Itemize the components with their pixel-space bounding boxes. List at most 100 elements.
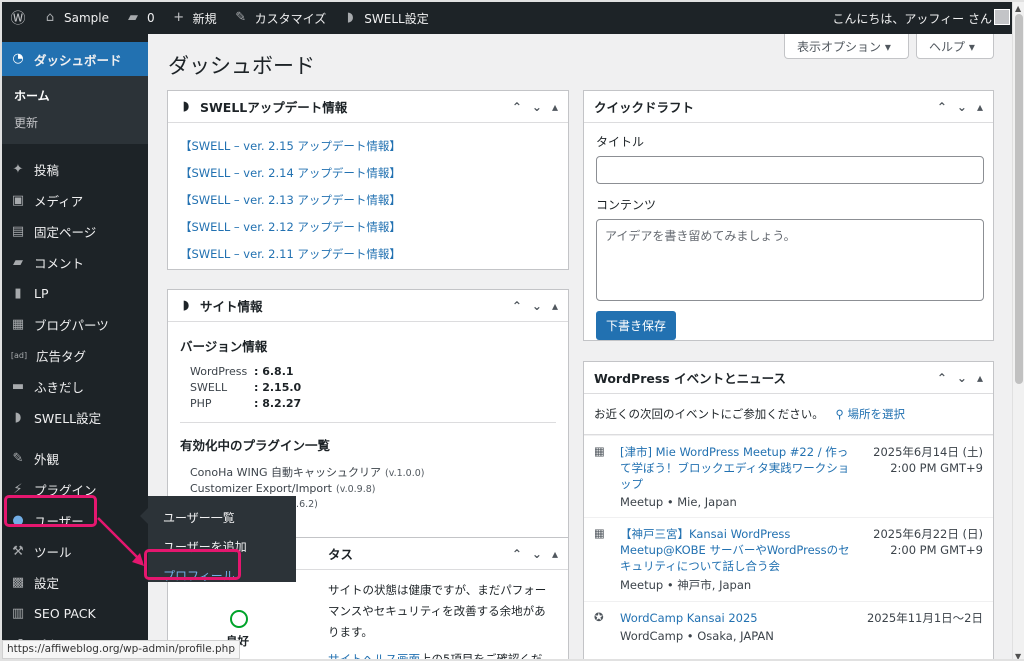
swell-settings-link[interactable]: ◗ SWELL設定 <box>334 2 436 34</box>
help-button[interactable]: ヘルプ ▾ <box>916 34 994 59</box>
appearance-icon: ✎ <box>12 450 24 466</box>
comments-link[interactable]: ▰ 0 <box>117 2 163 34</box>
move-up-icon[interactable]: ⌃ <box>512 100 522 114</box>
move-down-icon[interactable]: ⌄ <box>532 100 542 114</box>
sidebar-item-label: ツール <box>34 545 72 560</box>
move-down-icon[interactable]: ⌄ <box>957 371 967 385</box>
widget-title: WordPress イベントとニュース <box>594 371 786 386</box>
sidebar-item[interactable]: ▬ ふきだし <box>2 371 148 402</box>
health-text: サイトの状態は健康ですが、まだパフォーマンスやセキュリティを改善する余地がありま… <box>328 580 556 659</box>
swell-icon: ◗ <box>346 10 354 25</box>
sidebar-item-label: ダッシュボード <box>34 52 122 68</box>
toggle-icon[interactable]: ▴ <box>552 299 558 313</box>
sidebar-item[interactable]: ⚒ ツール <box>2 536 148 567</box>
move-up-icon[interactable]: ⌃ <box>512 299 522 313</box>
swell-update-link[interactable]: 【SWELL – ver. 2.13 アップデート情報】 <box>180 192 556 208</box>
content-label: コンテンツ <box>596 198 657 212</box>
swell-settings-label: SWELL設定 <box>364 11 429 26</box>
version-row: PHP: 8.2.27 <box>190 397 556 410</box>
wordpress-logo-button[interactable]: Ⓦ <box>2 2 34 34</box>
draft-title-input[interactable] <box>596 156 984 184</box>
sidebar-item[interactable]: [ad] 広告タグ <box>2 340 148 371</box>
toggle-icon[interactable]: ▴ <box>552 100 558 114</box>
event-meta: WordCamp • Osaka, JAPAN <box>620 629 774 643</box>
swell-update-link[interactable]: 【SWELL – ver. 2.14 アップデート情報】 <box>180 165 556 181</box>
meetup-icon: ▦ <box>594 444 605 458</box>
screen-options-button[interactable]: 表示オプション ▾ <box>784 34 909 59</box>
event-item: ✪ WordCamp Kansai 2025 WordCamp • Osaka, J… <box>584 601 993 651</box>
draft-content-textarea[interactable]: アイデアを書き留めてみましょう。 <box>596 219 984 301</box>
ad-icon: [ad] <box>10 350 28 360</box>
move-up-icon[interactable]: ⌃ <box>937 100 947 114</box>
greeting: こんにちは、アッフィー さん <box>832 11 992 26</box>
sidebar-item-label: 外観 <box>34 452 60 467</box>
toggle-icon[interactable]: ▴ <box>977 371 983 385</box>
move-down-icon[interactable]: ⌄ <box>532 547 542 561</box>
save-draft-button[interactable]: 下書き保存 <box>596 311 677 340</box>
event-title-link[interactable]: 【神戸三宮】Kansai WordPress Meetup@KOBE サーバーや… <box>620 526 858 574</box>
scroll-thumb[interactable] <box>1015 14 1023 384</box>
scroll-down-icon[interactable]: ▼ <box>1015 652 1021 659</box>
page-icon: ▤ <box>11 223 25 239</box>
avatar[interactable] <box>994 9 1010 25</box>
select-location-link[interactable]: 場所を選択 <box>848 407 906 421</box>
sidebar-item-label: メディア <box>34 194 84 209</box>
move-up-icon[interactable]: ⌃ <box>937 371 947 385</box>
sidebar-item[interactable]: ▰ コメント <box>2 247 148 278</box>
event-date: 2025年6月22日 (日) <box>873 527 983 541</box>
move-up-icon[interactable]: ⌃ <box>512 547 522 561</box>
event-title-link[interactable]: [津市] Mie WordPress Meetup #22 / 作って学ぼう！ブ… <box>620 444 858 492</box>
sidebar-item[interactable]: ▮ LP <box>2 278 148 309</box>
toggle-icon[interactable]: ▴ <box>552 547 558 561</box>
swell-update-link[interactable]: 【SWELL – ver. 2.15 アップデート情報】 <box>180 138 556 154</box>
sidebar-item-label: SWELL設定 <box>34 411 102 426</box>
site-health-link[interactable]: サイトヘルス画面 <box>328 652 420 659</box>
plus-icon: + <box>173 10 185 25</box>
toggle-icon[interactable]: ▴ <box>977 100 983 114</box>
event-main: [津市] Mie WordPress Meetup #22 / 作って学ぼう！ブ… <box>620 444 858 509</box>
move-down-icon[interactable]: ⌄ <box>957 100 967 114</box>
sidebar-item[interactable]: ▦ ブログパーツ <box>2 309 148 340</box>
blog-parts-icon: ▦ <box>11 316 25 332</box>
sidebar-item[interactable]: ✎ 外観 <box>2 443 148 474</box>
health-status-ring <box>230 610 248 628</box>
swell-icon: ◗ <box>182 98 190 114</box>
lp-icon: ▮ <box>14 285 22 301</box>
sidebar-item[interactable]: ▣ メディア <box>2 185 148 216</box>
comments-count: 0 <box>147 11 155 25</box>
widget-title: SWELLアップデート情報 <box>200 100 348 115</box>
swell-update-link[interactable]: 【SWELL – ver. 2.11 アップデート情報】 <box>180 246 556 262</box>
location-pin-icon: ⚲ <box>835 407 844 421</box>
sidebar-item[interactable]: ▥ SEO PACK <box>2 598 148 629</box>
page-scrollbar[interactable]: ▲ ▼ <box>1012 2 1024 659</box>
event-time: 2:00 PM GMT+9 <box>890 543 983 557</box>
sidebar-item[interactable]: ✦ 投稿 <box>2 154 148 185</box>
sidebar-item[interactable]: ▩ 設定 <box>2 567 148 598</box>
event-datetime: 2025年11月1日～2日 <box>858 610 983 643</box>
customize-link[interactable]: ✎ カスタマイズ <box>225 2 335 34</box>
flyout-user-list[interactable]: ユーザー一覧 <box>148 501 296 530</box>
submenu-updates[interactable]: 更新 <box>2 109 148 136</box>
new-content-link[interactable]: + 新規 <box>163 2 225 34</box>
settings-icon: ▩ <box>11 574 25 590</box>
media-icon: ▣ <box>11 192 25 208</box>
sidebar-item-dashboard[interactable]: ◔ ダッシュボード <box>2 42 148 76</box>
page-title: ダッシュボード <box>168 54 315 78</box>
widget-title: タス <box>328 547 354 562</box>
events-intro: お近くの次回のイベントにご参加ください。 <box>594 407 824 421</box>
event-title-link[interactable]: WordCamp Kansai 2025 <box>620 610 858 626</box>
submenu-home[interactable]: ホーム <box>2 82 148 109</box>
widget-title: クイックドラフト <box>594 100 695 115</box>
version-value: : 2.15.0 <box>254 381 302 394</box>
plugin-version: (v.1.0.0) <box>385 468 425 479</box>
balloon-icon: ▬ <box>11 378 25 394</box>
site-name-link[interactable]: ⌂ Sample <box>34 2 117 34</box>
tools-icon: ⚒ <box>12 543 24 559</box>
meetup-icon: ▦ <box>594 526 605 540</box>
swell-update-link[interactable]: 【SWELL – ver. 2.12 アップデート情報】 <box>180 219 556 235</box>
sidebar-item[interactable]: ▤ 固定ページ <box>2 216 148 247</box>
sidebar-item[interactable]: ◗ SWELL設定 <box>2 402 148 433</box>
move-down-icon[interactable]: ⌄ <box>532 299 542 313</box>
scroll-up-icon[interactable]: ▲ <box>1015 4 1021 13</box>
home-icon: ⌂ <box>45 10 55 25</box>
